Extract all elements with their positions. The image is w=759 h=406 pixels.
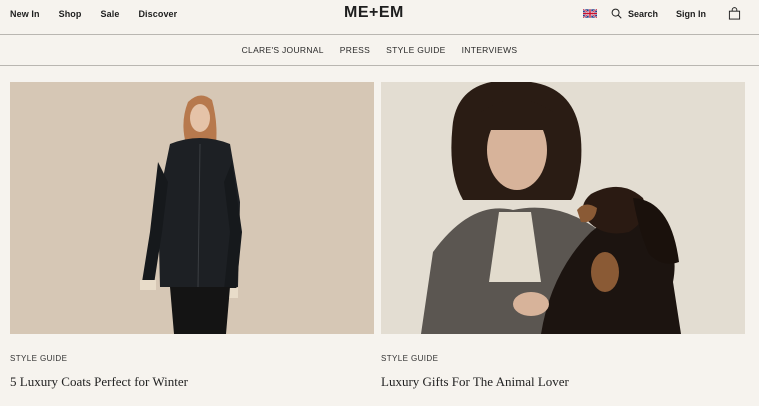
shopping-bag-icon xyxy=(728,7,741,20)
subnav-item-press[interactable]: PRESS xyxy=(340,45,370,55)
article-category: STYLE GUIDE xyxy=(10,354,68,363)
article-title[interactable]: Luxury Gifts For The Animal Lover xyxy=(381,374,569,390)
main-nav: New In Shop Sale Discover xyxy=(10,9,196,19)
search-icon xyxy=(611,8,622,19)
subnav-item-style-guide[interactable]: STYLE GUIDE xyxy=(386,45,446,55)
nav-item-new-in[interactable]: New In xyxy=(10,9,40,19)
article-card[interactable]: STYLE GUIDE 5 Luxury Coats Perfect for W… xyxy=(10,82,374,389)
uk-flag-icon[interactable] xyxy=(582,9,597,18)
article-image-coat[interactable] xyxy=(10,82,374,334)
coat-model-illustration xyxy=(10,82,374,334)
article-card[interactable]: STYLE GUIDE Luxury Gifts For The Animal … xyxy=(381,82,745,389)
nav-item-sale[interactable]: Sale xyxy=(101,9,120,19)
subnav-item-clares-journal[interactable]: CLARE'S JOURNAL xyxy=(242,45,324,55)
search-button[interactable]: Search xyxy=(611,8,658,19)
subnav-item-interviews[interactable]: INTERVIEWS xyxy=(462,45,518,55)
nav-item-shop[interactable]: Shop xyxy=(59,9,82,19)
article-title[interactable]: 5 Luxury Coats Perfect for Winter xyxy=(10,374,188,390)
article-image-dog[interactable] xyxy=(381,82,745,334)
bag-button[interactable] xyxy=(728,7,741,20)
article-category: STYLE GUIDE xyxy=(381,354,439,363)
journal-subnav: CLARE'S JOURNAL PRESS STYLE GUIDE INTERV… xyxy=(0,34,759,66)
woman-with-dog-illustration xyxy=(381,82,745,334)
site-header: New In Shop Sale Discover ME+EM Search S… xyxy=(0,0,759,34)
brand-logo[interactable]: ME+EM xyxy=(344,4,404,22)
sign-in-link[interactable]: Sign In xyxy=(676,9,706,19)
nav-item-discover[interactable]: Discover xyxy=(138,9,177,19)
search-label: Search xyxy=(627,8,658,19)
header-actions: Search Sign In xyxy=(582,7,741,20)
